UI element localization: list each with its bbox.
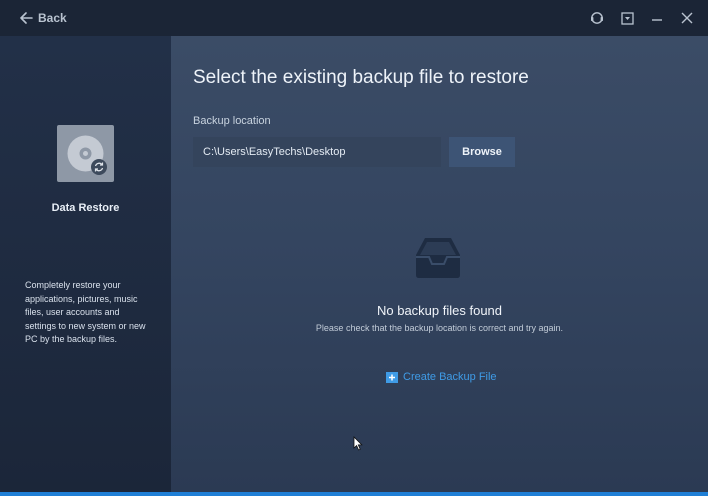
- close-icon: [681, 12, 693, 24]
- settings-button[interactable]: [618, 9, 636, 27]
- minimize-button[interactable]: [648, 9, 666, 27]
- arrow-left-icon: [20, 12, 33, 24]
- hard-disk-restore-icon: [57, 125, 114, 182]
- page-title: Select the existing backup file to resto…: [193, 67, 529, 88]
- create-backup-file-label: Create Backup File: [403, 371, 497, 383]
- back-button[interactable]: Back: [20, 9, 67, 27]
- browse-button[interactable]: Browse: [449, 137, 515, 167]
- create-backup-file-link[interactable]: Create Backup File: [386, 370, 497, 384]
- sidebar-description: Completely restore your applications, pi…: [25, 280, 146, 344]
- help-icon: [591, 12, 603, 24]
- sidebar-title: Data Restore: [51, 202, 120, 214]
- add-box-icon: [386, 371, 398, 383]
- minimize-icon: [652, 19, 662, 21]
- empty-state-title: No backup files found: [376, 303, 503, 318]
- help-button[interactable]: [588, 9, 606, 27]
- empty-tray-icon: [413, 235, 463, 281]
- back-label: Back: [38, 11, 67, 25]
- title-bar: Back: [0, 0, 708, 36]
- main-panel: Select the existing backup file to resto…: [171, 36, 708, 492]
- settings-icon: [620, 11, 634, 25]
- window-controls: [588, 8, 696, 28]
- close-button[interactable]: [678, 9, 696, 27]
- mouse-pointer-icon: [353, 436, 363, 451]
- bottom-accent-bar: [0, 492, 708, 496]
- backup-location-input[interactable]: [193, 137, 441, 167]
- sidebar: Data Restore Completely restore your app…: [0, 36, 171, 492]
- empty-state-hint: Please check that the backup location is…: [315, 323, 564, 333]
- backup-location-label: Backup location: [193, 115, 271, 127]
